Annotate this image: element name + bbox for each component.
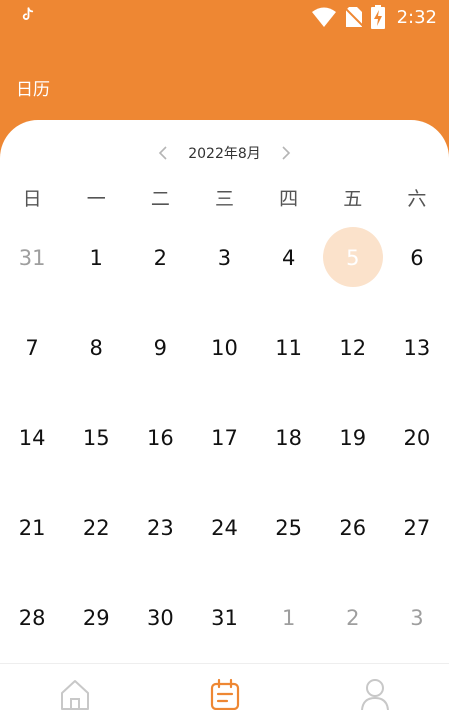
day-number: 12: [339, 336, 367, 360]
day-number: 7: [25, 336, 39, 360]
day-number: 3: [410, 606, 424, 630]
day-cell[interactable]: 4: [257, 213, 321, 303]
day-cell[interactable]: 6: [385, 213, 449, 303]
day-cell[interactable]: 30: [128, 573, 192, 663]
day-cell[interactable]: 23: [128, 483, 192, 573]
home-icon: [61, 680, 89, 710]
tiktok-icon: [22, 7, 34, 20]
day-cell[interactable]: 13: [385, 303, 449, 393]
weekday-header: 日 一 二 三 四 五 六: [0, 184, 449, 214]
page-title: 日历: [16, 80, 50, 100]
weekday-label: 五: [343, 188, 363, 210]
day-number: 4: [281, 246, 296, 270]
day-number: 27: [403, 516, 431, 540]
day-cell[interactable]: 24: [192, 483, 256, 573]
day-number: 25: [275, 516, 302, 540]
status-time: 2:32: [396, 6, 437, 28]
day-cell[interactable]: 20: [385, 393, 449, 483]
day-number: 30: [146, 606, 174, 630]
day-cell[interactable]: 17: [192, 393, 256, 483]
day-cell[interactable]: 9: [128, 303, 192, 393]
day-cell[interactable]: 2: [128, 213, 192, 303]
day-cell[interactable]: 22: [64, 483, 128, 573]
day-cell[interactable]: 27: [385, 483, 449, 573]
day-number: 31: [18, 246, 46, 270]
previous-month-button[interactable]: [156, 146, 170, 160]
day-number: 9: [153, 336, 168, 360]
day-number: 2: [153, 246, 168, 270]
day-number: 10: [211, 336, 238, 360]
day-cell[interactable]: 25: [257, 483, 321, 573]
status-bar: 2:32: [0, 0, 449, 34]
day-number: 17: [211, 426, 238, 450]
day-cell[interactable]: 19: [321, 393, 385, 483]
weekday-label: 四: [279, 188, 299, 210]
weekday-label: 二: [150, 188, 170, 210]
day-number: 18: [275, 426, 302, 450]
day-number: 15: [82, 426, 110, 450]
chevron-right-icon: [282, 146, 290, 160]
day-number: 23: [146, 516, 174, 540]
day-number: 26: [339, 516, 367, 540]
weekday-label: 六: [407, 188, 427, 210]
day-number: 19: [339, 426, 367, 450]
day-cell[interactable]: 31: [0, 213, 64, 303]
day-cell[interactable]: 31: [192, 573, 256, 663]
day-cell[interactable]: 18: [257, 393, 321, 483]
day-number: 3: [217, 246, 232, 270]
day-number: 5: [346, 246, 360, 270]
day-cell[interactable]: 10: [192, 303, 256, 393]
weekday-label: 一: [86, 188, 106, 210]
day-cell[interactable]: 3: [192, 213, 256, 303]
day-number: 28: [18, 606, 46, 630]
day-cell[interactable]: 15: [64, 393, 128, 483]
day-number: 11: [275, 336, 302, 360]
day-cell-selected[interactable]: 5: [321, 213, 385, 303]
day-number: 22: [82, 516, 110, 540]
weekday-label: 日: [22, 188, 42, 210]
month-label: 2022年8月: [188, 146, 261, 162]
no-sim-icon: [344, 7, 363, 27]
day-number: 1: [281, 606, 296, 630]
tab-calendar[interactable]: [205, 678, 245, 712]
day-number: 6: [410, 246, 424, 270]
tab-home[interactable]: [55, 678, 95, 712]
day-number: 29: [82, 606, 110, 630]
day-cell[interactable]: 11: [257, 303, 321, 393]
day-cell[interactable]: 14: [0, 393, 64, 483]
day-cell[interactable]: 12: [321, 303, 385, 393]
day-cell[interactable]: 21: [0, 483, 64, 573]
day-number: 21: [18, 516, 46, 540]
next-month-button[interactable]: [279, 146, 293, 160]
wifi-icon: [311, 7, 336, 27]
day-number: 14: [18, 426, 46, 450]
bottom-navigation: [0, 663, 449, 712]
calendar-icon: [210, 678, 240, 710]
day-number: 16: [146, 426, 174, 450]
day-number: 8: [89, 336, 103, 360]
day-cell[interactable]: 2: [321, 573, 385, 663]
day-number: 1: [89, 246, 103, 270]
day-number: 20: [403, 426, 431, 450]
weekday-label: 三: [214, 188, 234, 210]
day-cell[interactable]: 3: [385, 573, 449, 663]
day-cell[interactable]: 29: [64, 573, 128, 663]
battery-charging-icon: [370, 5, 385, 29]
day-number: 2: [346, 606, 360, 630]
profile-icon: [361, 679, 389, 710]
day-number: 24: [211, 516, 238, 540]
month-navigation: 2022年8月: [0, 140, 449, 166]
day-number: 31: [211, 606, 238, 630]
day-cell[interactable]: 7: [0, 303, 64, 393]
day-number: 13: [403, 336, 431, 360]
day-cell[interactable]: 28: [0, 573, 64, 663]
day-cell[interactable]: 1: [64, 213, 128, 303]
tab-profile[interactable]: [355, 678, 395, 712]
chevron-left-icon: [159, 146, 167, 160]
day-cell[interactable]: 26: [321, 483, 385, 573]
day-cell[interactable]: 8: [64, 303, 128, 393]
calendar-grid: 31 1 2 3 4 5 6 7 8 9 10 11 12 13 14 15 1…: [0, 213, 449, 663]
day-cell[interactable]: 1: [257, 573, 321, 663]
day-cell[interactable]: 16: [128, 393, 192, 483]
